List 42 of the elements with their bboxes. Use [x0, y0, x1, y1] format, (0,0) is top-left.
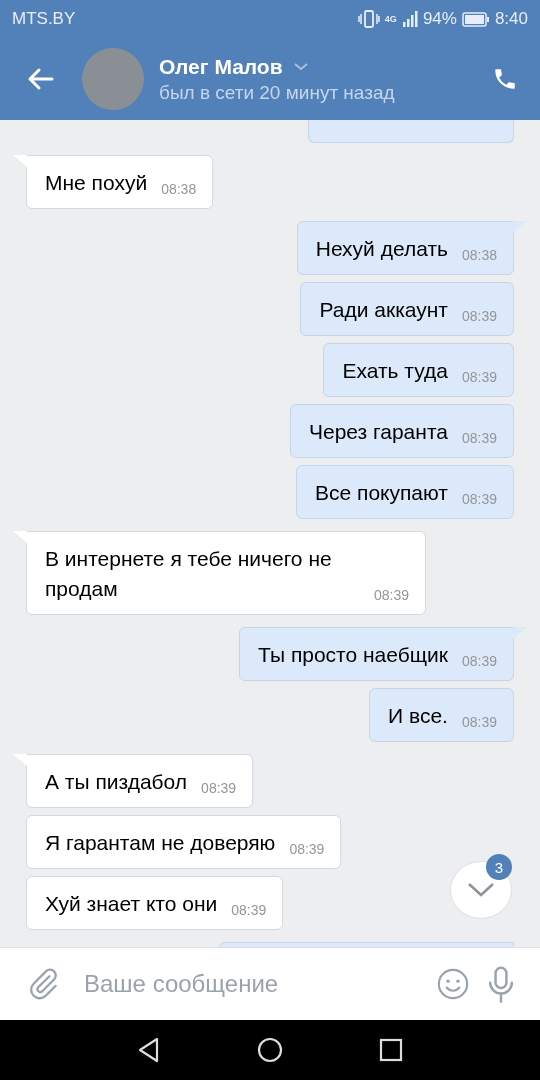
nav-back-icon[interactable] [137, 1037, 161, 1063]
message-text: Ради аккаунт [319, 297, 448, 323]
last-seen-status: был в сети 20 минут назад [159, 81, 396, 104]
battery-icon [461, 11, 490, 27]
unread-count-badge: 3 [486, 854, 512, 880]
message-text: Хуй знает кто они [45, 891, 218, 917]
message-time: 08:39 [461, 713, 497, 731]
message-text: Нехуй делать [315, 236, 448, 262]
message-time: 08:39 [373, 586, 409, 604]
signal-icon [401, 10, 418, 28]
chevron-down-icon [466, 881, 496, 899]
message-time: 08:39 [289, 840, 325, 858]
message-text: Я гарантам не доверяю [45, 830, 276, 856]
message-time: 08:39 [201, 779, 237, 797]
nav-recents-icon[interactable] [379, 1038, 403, 1062]
clock: 8:40 [494, 9, 528, 29]
smiley-icon[interactable] [436, 967, 470, 1001]
back-arrow-icon [26, 67, 54, 91]
vibrate-icon [357, 9, 380, 29]
message-time: 08:38 [161, 180, 197, 198]
network-type: 4G [384, 14, 397, 24]
message-time: 08:39 [461, 307, 497, 325]
contact-name[interactable]: Олег Малов [159, 54, 283, 79]
message-time: 08:39 [461, 652, 497, 670]
message-text: Ты просто наебщик [258, 642, 448, 668]
carrier-name: MTS.BY [12, 9, 76, 29]
message-text: Все покупают [315, 480, 448, 506]
message-time: 08:39 [461, 429, 497, 447]
message-text: Через гаранта [309, 419, 448, 445]
phone-icon [492, 66, 518, 92]
message-text: Ехать туда [342, 358, 448, 384]
battery-percent: 94% [422, 9, 457, 29]
nav-home-icon[interactable] [257, 1037, 283, 1063]
message-time: 08:38 [461, 246, 497, 264]
chevron-down-icon[interactable] [292, 61, 309, 72]
message-text: Мне похуй [45, 170, 148, 196]
message-time: 08:39 [461, 490, 497, 508]
message-text: А ты пиздабол [45, 769, 188, 795]
message-time: 08:39 [461, 368, 497, 386]
message-text: В интернете я тебе ничего не продам [45, 546, 333, 602]
message-time: 08:39 [231, 901, 267, 919]
message-text: И все. [388, 703, 448, 729]
